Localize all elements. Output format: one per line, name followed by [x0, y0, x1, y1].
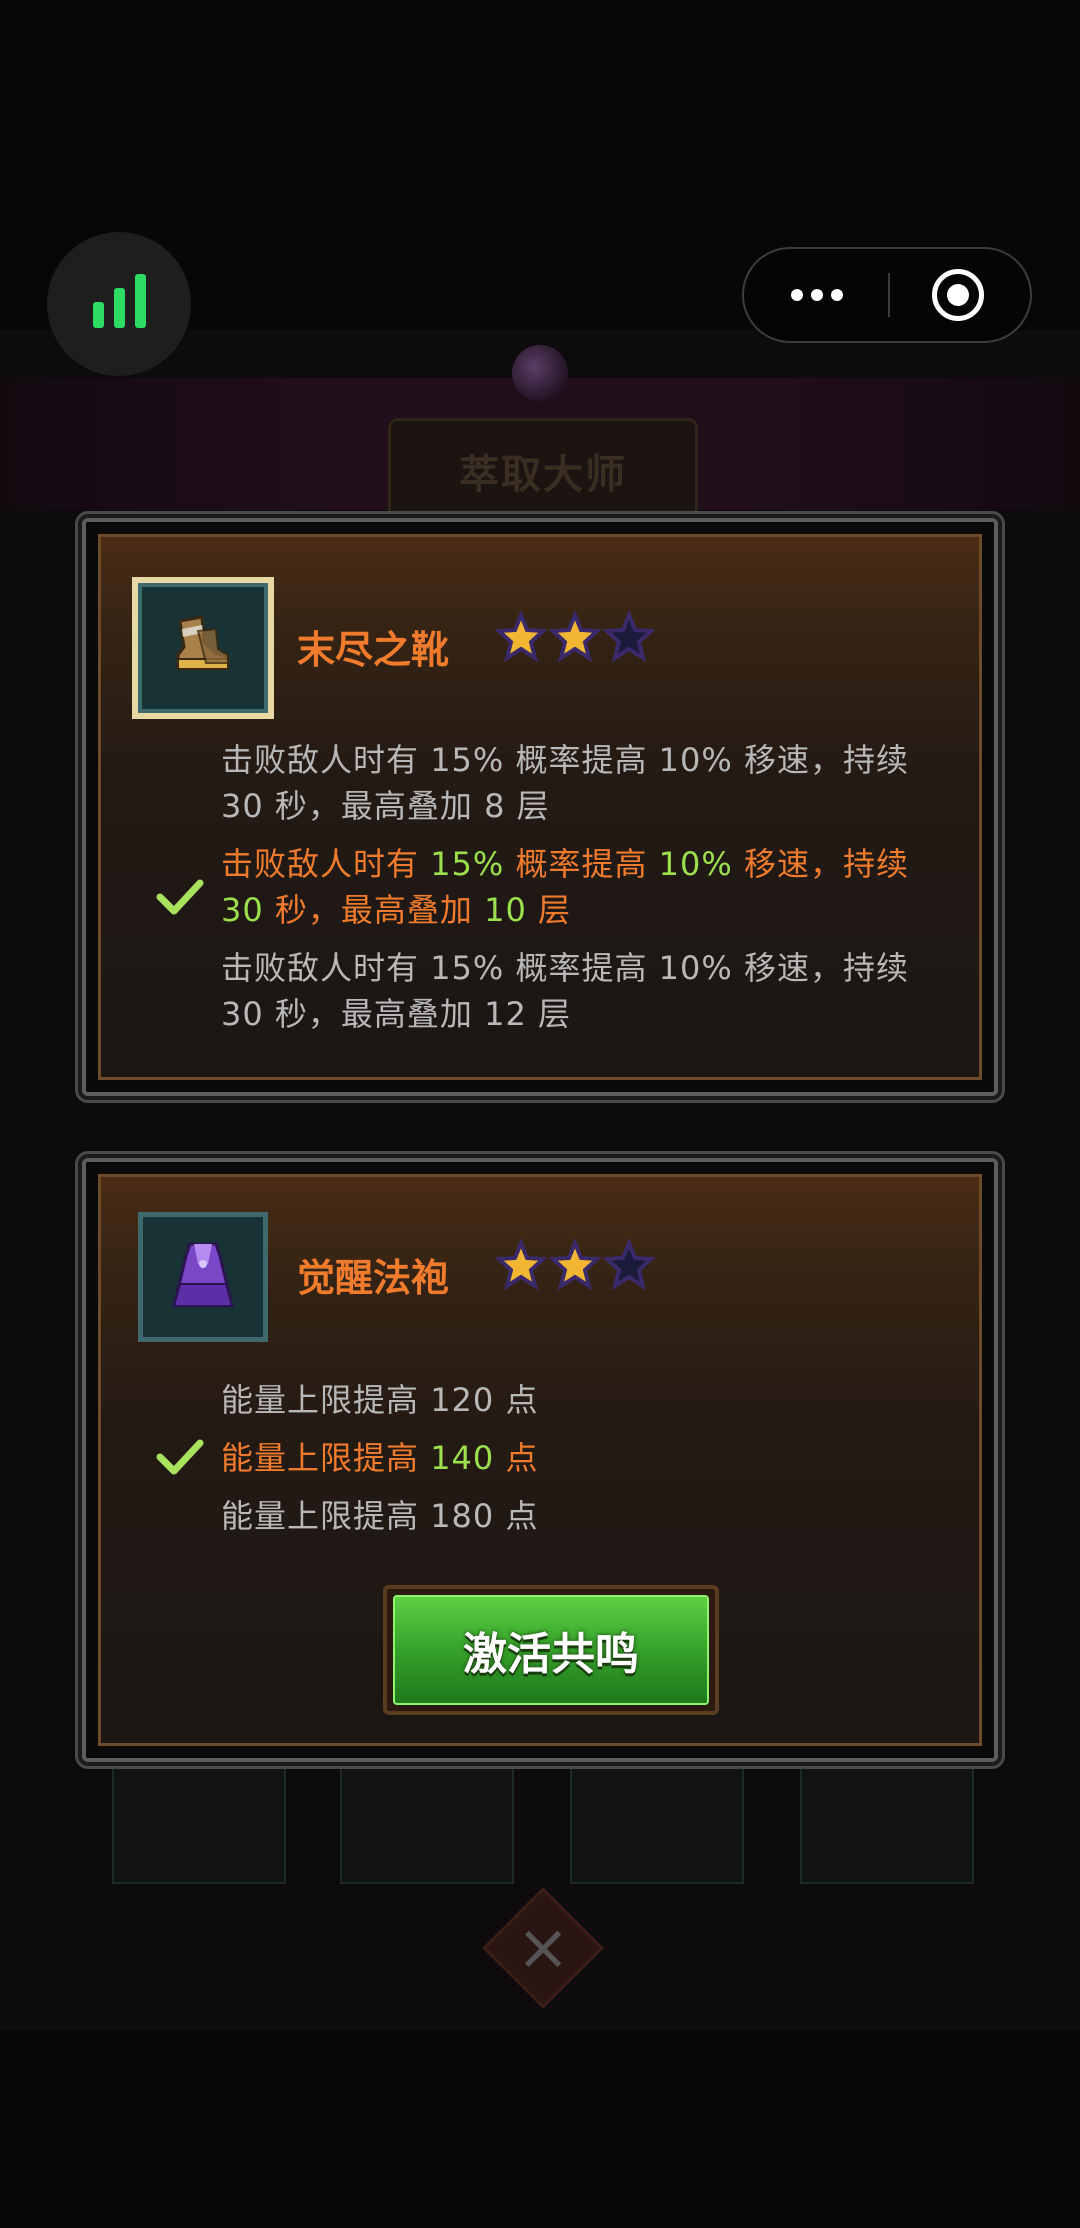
signal-bar — [113, 288, 125, 328]
background-title: 萃取大师 — [459, 452, 627, 498]
effect-text: 点 — [494, 1439, 539, 1477]
capsule-menu — [742, 247, 1032, 343]
effect-tier-3: 击败敌人时有 15% 概率提高 10% 移速，持续 30 秒，最高叠加 12 层 — [221, 945, 961, 1037]
effect-text: 击败敌人时有 — [221, 845, 431, 883]
effect-text: 击败敌人时有 — [221, 949, 431, 987]
effect-duration: 30 — [221, 995, 264, 1033]
panel-inner: 末尽之靴 击败敌人时有 15% 概率提高 10% 移速，持续 30 秒，最高叠加 … — [98, 534, 982, 1080]
effect-duration: 30 — [221, 891, 264, 929]
item-name-boots: 末尽之靴 — [297, 628, 450, 672]
effect-duration: 30 — [221, 787, 264, 825]
effect-amount: 10% — [658, 845, 733, 883]
bg-slot-3 — [570, 1760, 744, 1884]
effect-tier-2-active: 能量上限提高 140 点 — [221, 1435, 961, 1481]
target-circle-icon[interactable] — [932, 269, 984, 321]
star-filled-icon — [549, 611, 601, 663]
boots-icon — [176, 615, 230, 670]
effect-text: 层 — [505, 787, 550, 825]
star-filled-icon — [495, 1239, 547, 1291]
activate-button-label: 激活共鸣 — [393, 1595, 709, 1705]
effect-amount: 10% — [658, 741, 733, 779]
effect-stack: 10 — [484, 891, 527, 929]
effect-text: 概率提高 — [504, 741, 659, 779]
effect-text: 移速，持续 — [732, 949, 909, 987]
star-empty-icon — [603, 1239, 655, 1291]
effect-tier-1: 能量上限提高 120 点 — [221, 1377, 961, 1423]
robe-item-slot[interactable] — [138, 1212, 268, 1342]
effect-text: 秒，最高叠加 — [263, 891, 485, 929]
item-name-robe: 觉醒法袍 — [297, 1256, 450, 1300]
bg-slot-4 — [800, 1760, 974, 1884]
close-x-icon: × — [516, 1911, 570, 1985]
boots-item-slot[interactable] — [132, 577, 274, 719]
effect-text: 概率提高 — [504, 949, 659, 987]
bg-slot-2 — [340, 1760, 514, 1884]
effect-text: 能量上限提高 — [221, 1497, 431, 1535]
checkmark-icon — [156, 1439, 204, 1475]
effect-tier-1: 击败敌人时有 15% 概率提高 10% 移速，持续 30 秒，最高叠加 8 层 — [221, 737, 961, 829]
effect-text: 点 — [494, 1497, 539, 1535]
effect-value: 180 — [430, 1497, 495, 1535]
item-panel-boots: 末尽之靴 击败敌人时有 15% 概率提高 10% 移速，持续 30 秒，最高叠加 … — [82, 518, 998, 1096]
effect-tier-3: 能量上限提高 180 点 — [221, 1493, 961, 1539]
star-rating-boots — [495, 611, 655, 663]
effect-text: 能量上限提高 — [221, 1439, 431, 1477]
effect-chance: 15% — [430, 741, 505, 779]
effect-text: 击败敌人时有 — [221, 741, 431, 779]
star-filled-icon — [549, 1239, 601, 1291]
effect-stack: 8 — [484, 787, 506, 825]
orb-icon — [512, 345, 568, 401]
effect-value: 140 — [430, 1439, 495, 1477]
effect-text: 移速，持续 — [732, 845, 909, 883]
more-dots-icon[interactable] — [744, 249, 889, 341]
effect-text: 秒，最高叠加 — [263, 995, 485, 1033]
effect-text: 移速，持续 — [732, 741, 909, 779]
capsule-divider — [888, 273, 890, 317]
signal-button[interactable] — [47, 232, 191, 376]
effect-chance: 15% — [430, 845, 505, 883]
effect-text: 层 — [526, 995, 571, 1033]
effect-chance: 15% — [430, 949, 505, 987]
effect-text: 层 — [526, 891, 571, 929]
star-rating-robe — [495, 1239, 655, 1291]
star-empty-icon — [603, 611, 655, 663]
effect-tier-2-active: 击败敌人时有 15% 概率提高 10% 移速，持续 30 秒，最高叠加 10 层 — [221, 841, 961, 933]
effect-amount: 10% — [658, 949, 733, 987]
effect-stack: 12 — [484, 995, 527, 1033]
effect-value: 120 — [430, 1381, 495, 1419]
robe-icon — [172, 1242, 234, 1308]
effect-text: 概率提高 — [504, 845, 659, 883]
signal-bar — [134, 274, 146, 328]
effect-text: 秒，最高叠加 — [263, 787, 485, 825]
star-filled-icon — [495, 611, 547, 663]
item-panel-robe: 觉醒法袍 能量上限提高 120 点 能量上限提高 140 点 能量上限提高 18… — [82, 1158, 998, 1762]
signal-bars-icon — [92, 302, 104, 328]
panel-inner: 觉醒法袍 能量上限提高 120 点 能量上限提高 140 点 能量上限提高 18… — [98, 1174, 982, 1746]
checkmark-icon — [156, 879, 204, 915]
activate-resonance-button[interactable]: 激活共鸣 — [383, 1585, 719, 1715]
background-title-plate: 萃取大师 — [388, 418, 698, 524]
effect-text: 能量上限提高 — [221, 1381, 431, 1419]
effect-text: 点 — [494, 1381, 539, 1419]
bg-slot-1 — [112, 1760, 286, 1884]
